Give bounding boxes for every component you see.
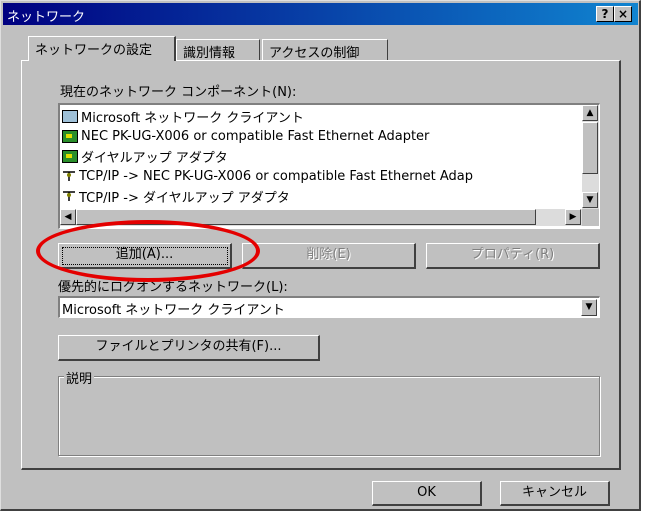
scroll-down-button[interactable]: ▼ — [582, 192, 598, 208]
tab-network-settings[interactable]: ネットワークの設定 — [28, 36, 176, 61]
chevron-down-icon[interactable]: ▼ — [581, 299, 597, 316]
title-bar[interactable]: ネットワーク ? × — [3, 3, 638, 25]
list-item-label: TCP/IP -> ダイヤルアップ アダプタ — [79, 190, 290, 206]
list-item-label: Microsoft ネットワーク クライアント — [81, 110, 304, 126]
scroll-right-button[interactable]: ▶ — [565, 209, 581, 225]
list-item-label: NEC PK-UG-X006 or compatible Fast Ethern… — [81, 128, 430, 144]
tab-label: 識別情報 — [183, 46, 236, 61]
list-item-label: ダイヤルアップ アダプタ — [81, 150, 228, 166]
primary-logon-select[interactable]: Microsoft ネットワーク クライアント ▼ — [58, 296, 600, 318]
highlight-circle — [36, 220, 260, 282]
window-title: ネットワーク — [7, 10, 86, 25]
list-item[interactable]: TCP/IP -> ダイヤルアップ アダプタ — [62, 186, 290, 206]
network-card-icon — [62, 129, 78, 143]
list-item[interactable]: NEC PK-UG-X006 or compatible Fast Ethern… — [62, 126, 429, 146]
close-button[interactable]: × — [614, 6, 632, 22]
tab-identification[interactable]: 識別情報 — [176, 39, 260, 61]
description-label: 説明 — [64, 368, 95, 387]
network-card-icon — [62, 149, 78, 163]
scrollbar-corner — [582, 209, 599, 226]
tab-access-control[interactable]: アクセスの制御 — [262, 39, 388, 61]
file-print-sharing-button[interactable]: ファイルとプリンタの共有(F)... — [58, 335, 320, 361]
protocol-icon — [62, 190, 76, 203]
properties-button[interactable]: プロパティ(R) — [426, 243, 600, 269]
scroll-thumb[interactable] — [582, 122, 598, 174]
ok-button[interactable]: OK — [372, 481, 482, 506]
components-listbox[interactable]: Microsoft ネットワーク クライアント NEC PK-UG-X006 o… — [58, 103, 600, 229]
list-item[interactable]: TCP/IP -> NEC PK-UG-X006 or compatible F… — [62, 166, 473, 186]
scroll-up-button[interactable]: ▲ — [582, 105, 598, 121]
tab-label: アクセスの制御 — [269, 46, 360, 61]
remove-button[interactable]: 削除(E) — [242, 243, 416, 269]
vertical-scrollbar[interactable]: ▲ ▼ — [582, 105, 599, 209]
list-item[interactable]: Microsoft ネットワーク クライアント — [62, 106, 304, 126]
scroll-left-button[interactable]: ◀ — [60, 209, 76, 225]
help-button[interactable]: ? — [596, 6, 614, 22]
list-item[interactable]: ダイヤルアップ アダプタ — [62, 146, 228, 166]
primary-logon-value: Microsoft ネットワーク クライアント — [62, 303, 285, 318]
components-label: 現在のネットワーク コンポーネント(N): — [60, 85, 297, 100]
protocol-icon — [62, 170, 76, 183]
tab-label: ネットワークの設定 — [35, 43, 153, 58]
network-client-icon — [62, 109, 78, 123]
cancel-button[interactable]: キャンセル — [500, 481, 610, 506]
description-group — [58, 376, 600, 456]
list-item-label: TCP/IP -> NEC PK-UG-X006 or compatible F… — [79, 168, 473, 184]
